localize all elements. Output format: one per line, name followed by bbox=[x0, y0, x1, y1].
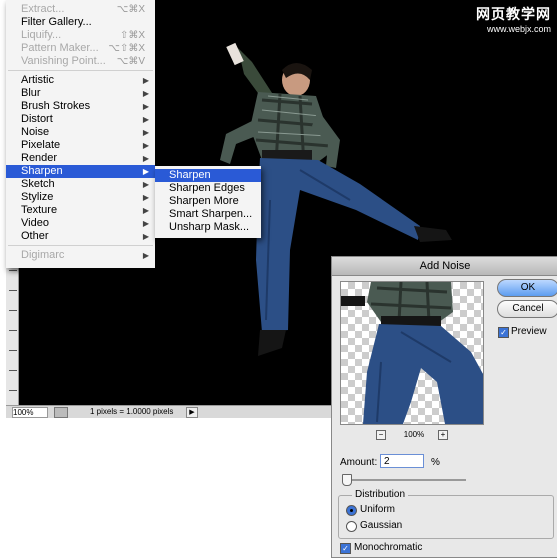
watermark: 网页教学网 www.webjx.com bbox=[476, 4, 551, 34]
sharpen-submenu: Sharpen Sharpen Edges Sharpen More Smart Sh… bbox=[155, 166, 261, 238]
distribution-title: Distribution bbox=[352, 489, 409, 500]
watermark-url: www.webjx.com bbox=[486, 24, 551, 34]
submenu-item-label: Unsharp Mask... bbox=[169, 221, 250, 233]
submenu-item-label: Smart Sharpen... bbox=[169, 208, 253, 220]
menu-separator bbox=[8, 245, 153, 246]
menu-item-brush-strokes[interactable]: Brush Strokes ▶ bbox=[6, 100, 155, 113]
preview-image bbox=[341, 282, 483, 424]
menu-item-label: Render bbox=[21, 152, 58, 164]
submenu-arrow-icon: ▶ bbox=[142, 232, 149, 241]
menu-item-label: Distort bbox=[21, 113, 53, 125]
menu-item-shortcut: ⌥⌘V bbox=[116, 56, 145, 67]
menu-item-label: Sharpen bbox=[21, 165, 63, 177]
menu-item-label: Texture bbox=[21, 204, 58, 216]
amount-slider-thumb[interactable] bbox=[342, 474, 353, 486]
menu-item-texture[interactable]: Texture ▶ bbox=[6, 204, 155, 217]
submenu-item-sharpen[interactable]: Sharpen bbox=[155, 169, 261, 182]
menu-item-digimarc: Digimarc ▶ bbox=[6, 249, 155, 262]
menu-item-label: Other bbox=[21, 230, 49, 242]
add-noise-dialog: Add Noise − 100% + OK Cancel ✓ Preview A… bbox=[331, 256, 557, 558]
menu-item-sketch[interactable]: Sketch ▶ bbox=[6, 178, 155, 191]
amount-slider-track[interactable] bbox=[344, 479, 466, 481]
submenu-arrow-icon: ▶ bbox=[142, 76, 149, 85]
submenu-arrow-icon: ▶ bbox=[142, 180, 149, 189]
menu-item-label: Sketch bbox=[21, 178, 55, 190]
menu-item-shortcut: ⌥⇧⌘X bbox=[108, 43, 145, 54]
submenu-arrow-icon: ▶ bbox=[142, 154, 149, 163]
preview-zoom-value: 100% bbox=[403, 430, 425, 439]
submenu-item-sharpen-more[interactable]: Sharpen More bbox=[155, 195, 261, 208]
menu-item-shortcut: ⌥⌘X bbox=[116, 4, 145, 15]
menu-item-distort[interactable]: Distort ▶ bbox=[6, 113, 155, 126]
menu-item-render[interactable]: Render ▶ bbox=[6, 152, 155, 165]
distribution-group bbox=[338, 495, 554, 539]
submenu-arrow-icon: ▶ bbox=[142, 251, 149, 260]
submenu-arrow-icon: ▶ bbox=[142, 193, 149, 202]
filter-menu: Extract... ⌥⌘X Filter Gallery... Liquify...… bbox=[6, 0, 155, 268]
cancel-button[interactable]: Cancel bbox=[497, 300, 557, 318]
menu-item-shortcut: ⇧⌘X bbox=[119, 30, 145, 41]
amount-input[interactable]: 2 bbox=[380, 454, 424, 468]
submenu-arrow-icon: ▶ bbox=[142, 141, 149, 150]
gaussian-label: Gaussian bbox=[360, 520, 403, 531]
preview-zoom-bar: − 100% + bbox=[372, 429, 472, 441]
menu-item-label: Stylize bbox=[21, 191, 54, 203]
zoom-out-button[interactable]: − bbox=[376, 430, 386, 440]
menu-item-label: Brush Strokes bbox=[21, 100, 91, 112]
menu-item-pixelate[interactable]: Pixelate ▶ bbox=[6, 139, 155, 152]
amount-unit: % bbox=[431, 457, 440, 468]
menu-item-label: Filter Gallery... bbox=[21, 16, 92, 28]
preview-checkbox[interactable]: ✓ bbox=[498, 327, 509, 338]
menu-item-label: Pixelate bbox=[21, 139, 61, 151]
menu-item-label: Extract... bbox=[21, 3, 65, 15]
menu-item-filter-gallery[interactable]: Filter Gallery... bbox=[6, 16, 155, 29]
menu-item-label: Artistic bbox=[21, 74, 54, 86]
monochromatic-checkbox[interactable]: ✓ bbox=[340, 543, 351, 554]
menu-item-other[interactable]: Other ▶ bbox=[6, 230, 155, 243]
uniform-label: Uniform bbox=[360, 504, 396, 515]
submenu-arrow-icon: ▶ bbox=[142, 102, 149, 111]
menu-item-label: Blur bbox=[21, 87, 41, 99]
menu-item-label: Vanishing Point... bbox=[21, 55, 106, 67]
menu-item-liquify: Liquify... ⇧⌘X bbox=[6, 29, 155, 42]
submenu-item-unsharp-mask[interactable]: Unsharp Mask... bbox=[155, 221, 261, 234]
menu-item-extract: Extract... ⌥⌘X bbox=[6, 3, 155, 16]
menu-item-label: Liquify... bbox=[21, 29, 62, 41]
submenu-item-sharpen-edges[interactable]: Sharpen Edges bbox=[155, 182, 261, 195]
preview-pane[interactable] bbox=[340, 281, 484, 425]
amount-label: Amount: bbox=[340, 457, 378, 468]
monochromatic-label: Monochromatic bbox=[354, 542, 423, 553]
menu-separator bbox=[8, 70, 153, 71]
watermark-title: 网页教学网 bbox=[476, 6, 551, 22]
menu-item-label: Digimarc bbox=[21, 249, 65, 261]
menu-item-blur[interactable]: Blur ▶ bbox=[6, 87, 155, 100]
preview-label: Preview bbox=[511, 326, 547, 337]
menu-item-artistic[interactable]: Artistic ▶ bbox=[6, 74, 155, 87]
submenu-arrow-icon: ▶ bbox=[142, 115, 149, 124]
submenu-item-smart-sharpen[interactable]: Smart Sharpen... bbox=[155, 208, 261, 221]
menu-item-video[interactable]: Video ▶ bbox=[6, 217, 155, 230]
menu-item-stylize[interactable]: Stylize ▶ bbox=[6, 191, 155, 204]
menu-item-pattern-maker: Pattern Maker... ⌥⇧⌘X bbox=[6, 42, 155, 55]
submenu-arrow-icon: ▶ bbox=[142, 89, 149, 98]
submenu-arrow-icon: ▶ bbox=[142, 206, 149, 215]
gaussian-radio[interactable] bbox=[346, 521, 357, 532]
zoom-in-button[interactable]: + bbox=[438, 430, 448, 440]
uniform-radio[interactable] bbox=[346, 505, 357, 516]
menu-item-noise[interactable]: Noise ▶ bbox=[6, 126, 155, 139]
submenu-arrow-icon: ▶ bbox=[142, 128, 149, 137]
menu-item-label: Video bbox=[21, 217, 49, 229]
ok-button[interactable]: OK bbox=[497, 279, 557, 297]
submenu-item-label: Sharpen More bbox=[169, 195, 239, 207]
submenu-arrow-icon: ▶ bbox=[142, 219, 149, 228]
menu-item-vanishing-point: Vanishing Point... ⌥⌘V bbox=[6, 55, 155, 68]
dialog-title: Add Noise bbox=[332, 257, 557, 276]
submenu-arrow-icon: ▶ bbox=[142, 167, 149, 176]
menu-item-label: Pattern Maker... bbox=[21, 42, 99, 54]
submenu-item-label: Sharpen Edges bbox=[169, 182, 245, 194]
menu-item-sharpen[interactable]: Sharpen ▶ bbox=[6, 165, 155, 178]
submenu-item-label: Sharpen bbox=[169, 169, 211, 181]
menu-item-label: Noise bbox=[21, 126, 50, 138]
